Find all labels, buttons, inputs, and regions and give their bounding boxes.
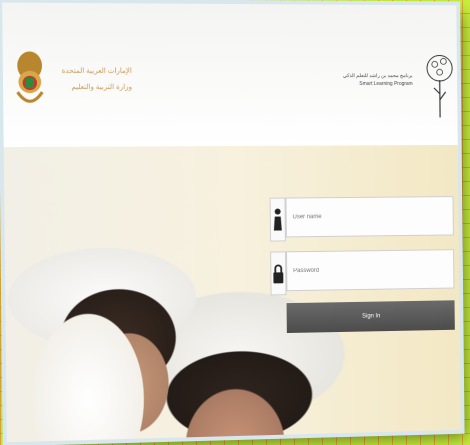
tree-logo-icon [426, 49, 454, 122]
username-input[interactable] [285, 196, 454, 238]
uae-emblem-icon [13, 47, 47, 116]
login-screen: الإمارات العربية المتحدة وزارة التربية و… [2, 2, 461, 443]
ministry-line-2: وزارة التربية والتعليم [71, 83, 133, 92]
ministry-line-1: الإمارات العربية المتحدة [61, 67, 132, 75]
sign-in-button[interactable]: Sign In [286, 300, 455, 334]
password-row [270, 249, 456, 296]
program-name: برنامج محمد بن راشد للتعلم الذكي Smart L… [315, 72, 413, 88]
username-row [269, 196, 456, 242]
page-header: الإمارات العربية المتحدة وزارة التربية و… [2, 2, 458, 148]
program-line-1: برنامج محمد بن راشد للتعلم الذكي [342, 73, 413, 80]
login-form: Sign In [269, 196, 457, 334]
password-input[interactable] [286, 249, 455, 292]
user-icon [269, 197, 286, 242]
program-line-2: Smart Learning Program [359, 81, 413, 87]
ministry-name: الإمارات العربية المتحدة وزارة التربية و… [50, 64, 132, 96]
lock-icon [270, 251, 287, 296]
